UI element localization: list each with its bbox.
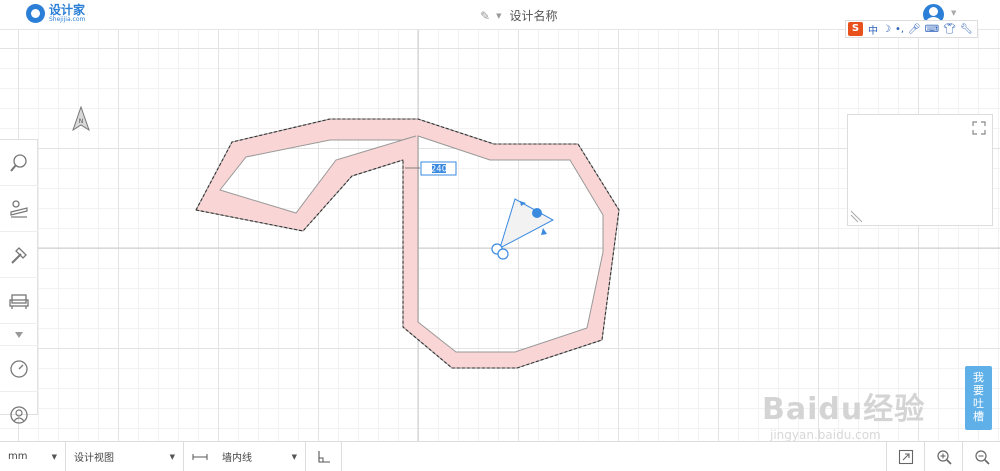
furniture-button[interactable]: [0, 278, 38, 324]
view-select[interactable]: 设计视图 ▼: [66, 441, 184, 471]
punctuation-icon[interactable]: •,: [895, 24, 904, 35]
feedback-button[interactable]: 我要吐槽: [965, 366, 992, 430]
zoom-out-button[interactable]: [962, 442, 1000, 471]
materials-icon: [10, 199, 28, 218]
camera-body[interactable]: [497, 248, 509, 260]
feedback-label[interactable]: 我要吐槽: [972, 371, 985, 423]
user-circle-icon: [10, 406, 28, 424]
resize-handle-icon[interactable]: [850, 209, 864, 223]
zoom-out-icon: [974, 450, 990, 465]
unit-select[interactable]: mm ▼: [0, 441, 66, 471]
materials-button[interactable]: [0, 186, 38, 232]
ime-toolbar[interactable]: S 中 ☽ •, 🎤︎ ⌨ 👕︎ 🔧︎: [845, 20, 978, 38]
wall-line-select[interactable]: 墙内线 ▼: [184, 441, 306, 471]
ime-language[interactable]: 中: [868, 22, 878, 37]
chevron-down-icon: ▼: [291, 452, 297, 461]
watermark-url: jingyan.baidu.com: [770, 428, 881, 442]
wrench-icon[interactable]: 🔧︎: [960, 24, 973, 35]
dashboard-button[interactable]: [0, 346, 38, 392]
logo-subtitle: Shejijia.com: [49, 16, 86, 23]
camera-handle[interactable]: [541, 228, 547, 235]
camera-icon[interactable]: [491, 198, 555, 260]
view-value: 设计视图: [74, 453, 114, 464]
more-button[interactable]: [0, 324, 38, 346]
mini-map-panel[interactable]: [847, 114, 993, 226]
gauge-icon: [10, 359, 28, 378]
dimension-value[interactable]: 240: [431, 165, 447, 175]
search-icon: [10, 153, 27, 172]
camera-rotate-handle[interactable]: [532, 208, 542, 218]
fullscreen-icon: [898, 449, 913, 465]
furniture-icon: [9, 293, 29, 309]
logo[interactable]: 设计家 Shejijia.com: [26, 4, 85, 23]
chevron-down-icon[interactable]: ▼: [496, 12, 501, 20]
fullscreen-button[interactable]: [886, 442, 924, 471]
document-title[interactable]: 设计名称: [509, 7, 557, 24]
angle-icon: [317, 450, 330, 463]
logo-icon: [26, 4, 45, 23]
zoom-in-button[interactable]: [924, 442, 962, 471]
moon-icon[interactable]: ☽: [882, 24, 891, 35]
search-button[interactable]: [0, 140, 38, 186]
wall-line-value: 墙内线: [222, 453, 252, 464]
chevron-down-icon: [15, 331, 23, 338]
angle-toggle[interactable]: [306, 441, 342, 471]
ime-logo[interactable]: S: [848, 22, 863, 36]
compass-icon[interactable]: N: [70, 106, 92, 132]
expand-icon[interactable]: [972, 121, 986, 135]
document-title-area[interactable]: ✎ ▼ 设计名称: [480, 7, 557, 24]
keyboard-icon[interactable]: ⌨: [925, 24, 939, 35]
chevron-down-icon: ▼: [169, 452, 175, 461]
chevron-down-icon[interactable]: ▼: [951, 9, 956, 17]
bottom-bar: mm ▼ 设计视图 ▼ 墙内线 ▼: [0, 441, 1000, 471]
shirt-icon[interactable]: 👕︎: [943, 24, 956, 35]
chevron-down-icon: ▼: [51, 452, 57, 461]
measure-line-icon: [192, 453, 208, 460]
tools-button[interactable]: [0, 232, 38, 278]
microphone-icon[interactable]: 🎤︎: [908, 24, 921, 35]
user-help-button[interactable]: [0, 392, 38, 438]
tools-icon: [11, 246, 27, 264]
zoom-in-icon: [936, 450, 952, 465]
left-sidebar: [0, 139, 38, 424]
logo-title: 设计家: [49, 3, 86, 17]
design-canvas[interactable]: 240 N: [0, 30, 1000, 441]
floor-plan[interactable]: 240: [0, 30, 1000, 441]
watermark-brand: Baidu经验: [762, 392, 926, 427]
compass-label: N: [79, 118, 84, 125]
unit-value: mm: [8, 451, 28, 462]
pencil-icon[interactable]: ✎: [480, 9, 490, 23]
camera-view-cone: [499, 198, 555, 250]
